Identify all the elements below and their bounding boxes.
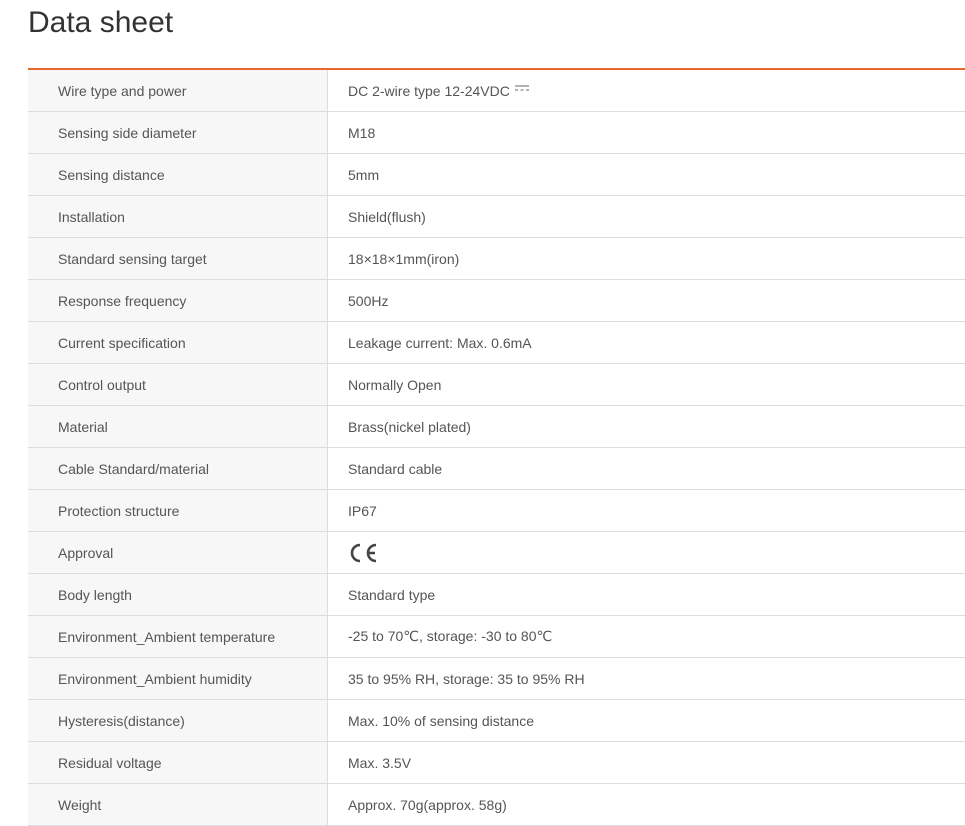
spec-label: Residual voltage <box>28 742 328 783</box>
spec-value: Max. 10% of sensing distance <box>328 700 965 741</box>
spec-value: Approx. 70g(approx. 58g) <box>328 784 965 825</box>
spec-value: 35 to 95% RH, storage: 35 to 95% RH <box>328 658 965 699</box>
table-row: Approval <box>28 532 965 574</box>
spec-value: Brass(nickel plated) <box>328 406 965 447</box>
spec-label: Response frequency <box>28 280 328 321</box>
dc-symbol-icon <box>514 85 529 90</box>
table-row: Standard sensing target 18×18×1mm(iron) <box>28 238 965 280</box>
table-row: Control output Normally Open <box>28 364 965 406</box>
spec-value: Shield(flush) <box>328 196 965 237</box>
spec-value: Leakage current: Max. 0.6mA <box>328 322 965 363</box>
spec-value: 18×18×1mm(iron) <box>328 238 965 279</box>
spec-label: Environment_Ambient temperature <box>28 616 328 657</box>
ce-mark-icon <box>350 543 377 562</box>
table-row: Response frequency 500Hz <box>28 280 965 322</box>
table-row: Installation Shield(flush) <box>28 196 965 238</box>
spec-value: Standard type <box>328 574 965 615</box>
spec-label: Protection structure <box>28 490 328 531</box>
spec-label: Wire type and power <box>28 70 328 111</box>
spec-label: Installation <box>28 196 328 237</box>
spec-table: Wire type and power DC 2-wire type 12-24… <box>28 68 965 826</box>
spec-label: Approval <box>28 532 328 573</box>
spec-label: Current specification <box>28 322 328 363</box>
spec-value: 5mm <box>328 154 965 195</box>
spec-label: Body length <box>28 574 328 615</box>
spec-value: Normally Open <box>328 364 965 405</box>
table-row: Sensing side diameter M18 <box>28 112 965 154</box>
spec-label: Control output <box>28 364 328 405</box>
table-row: Body length Standard type <box>28 574 965 616</box>
spec-label: Standard sensing target <box>28 238 328 279</box>
spec-label: Hysteresis(distance) <box>28 700 328 741</box>
table-row: Environment_Ambient temperature -25 to 7… <box>28 616 965 658</box>
table-row: Sensing distance 5mm <box>28 154 965 196</box>
spec-value: 500Hz <box>328 280 965 321</box>
spec-label: Cable Standard/material <box>28 448 328 489</box>
spec-value: Max. 3.5V <box>328 742 965 783</box>
spec-label: Sensing side diameter <box>28 112 328 153</box>
page-title: Data sheet <box>28 6 174 39</box>
spec-label: Environment_Ambient humidity <box>28 658 328 699</box>
table-row: Cable Standard/material Standard cable <box>28 448 965 490</box>
table-row: Material Brass(nickel plated) <box>28 406 965 448</box>
table-row: Residual voltage Max. 3.5V <box>28 742 965 784</box>
table-row: Weight Approx. 70g(approx. 58g) <box>28 784 965 826</box>
spec-value: IP67 <box>328 490 965 531</box>
spec-value-cell <box>328 532 965 573</box>
spec-value: Standard cable <box>328 448 965 489</box>
table-row: Hysteresis(distance) Max. 10% of sensing… <box>28 700 965 742</box>
spec-label: Weight <box>28 784 328 825</box>
table-row: Protection structure IP67 <box>28 490 965 532</box>
spec-value: -25 to 70℃, storage: -30 to 80℃ <box>328 616 965 657</box>
spec-label: Material <box>28 406 328 447</box>
table-row: Environment_Ambient humidity 35 to 95% R… <box>28 658 965 700</box>
table-row: Current specification Leakage current: M… <box>28 322 965 364</box>
table-row: Wire type and power DC 2-wire type 12-24… <box>28 70 965 112</box>
spec-value: DC 2-wire type 12-24VDC <box>348 82 510 99</box>
spec-label: Sensing distance <box>28 154 328 195</box>
spec-value-cell: DC 2-wire type 12-24VDC <box>328 70 965 111</box>
spec-value: M18 <box>328 112 965 153</box>
